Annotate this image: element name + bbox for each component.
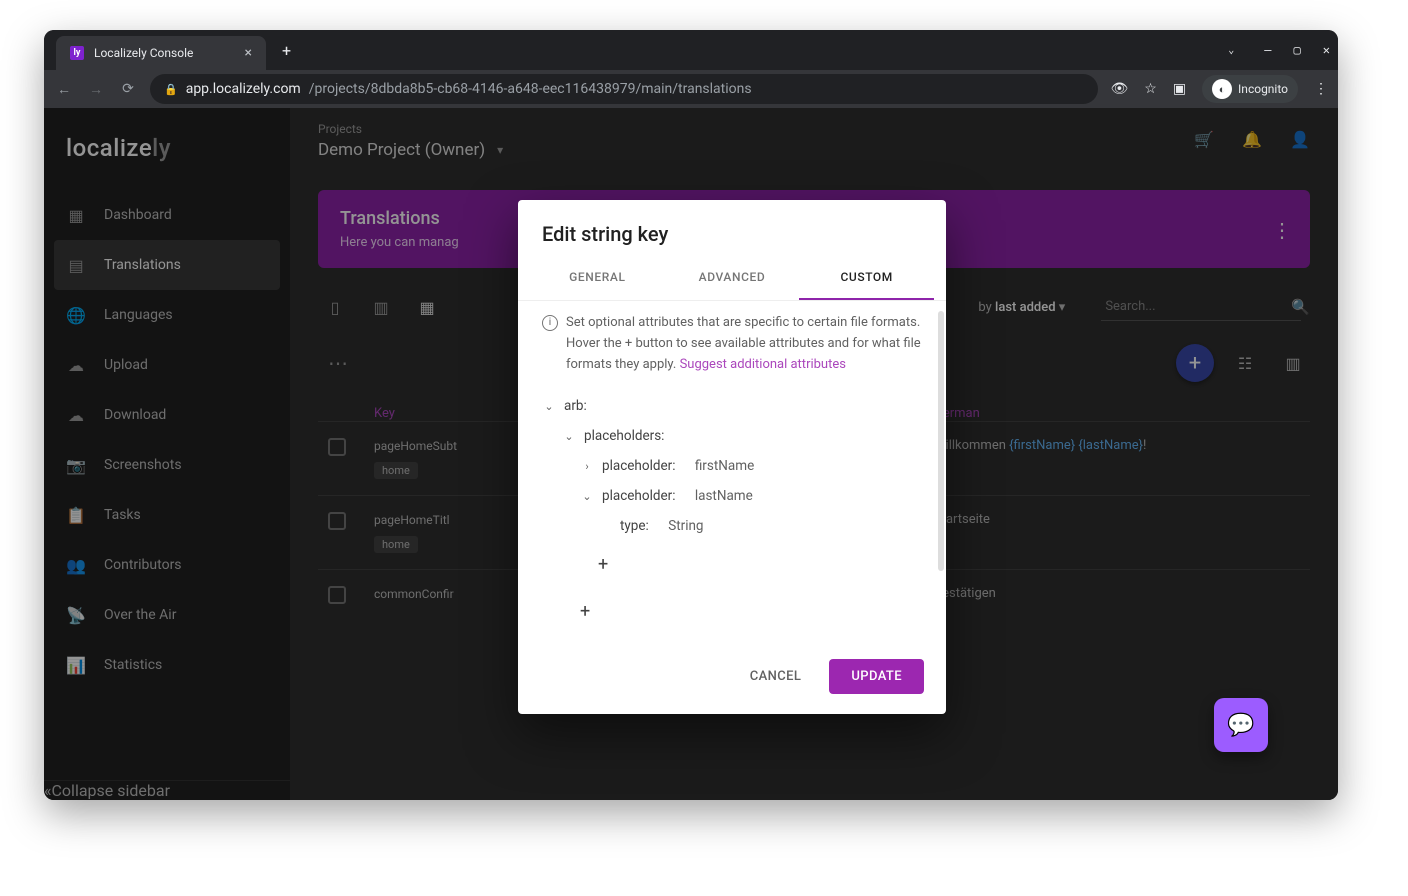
tab-custom[interactable]: CUSTOM [799,256,934,300]
window-minimize-icon[interactable]: — [1264,43,1271,57]
tab-search-icon[interactable]: ⌄ [1228,45,1234,56]
dialog-scrollbar[interactable] [938,311,944,571]
url-bar[interactable]: 🔒 app.localizely.com/projects/8dbda8b5-c… [150,74,1098,104]
forward-icon[interactable]: → [86,81,106,98]
bookmark-icon[interactable]: ☆ [1144,81,1157,97]
update-button[interactable]: UPDATE [829,659,924,694]
tree-node-placeholder-firstname[interactable]: ›placeholder: firstName [542,451,922,481]
add-attribute-button[interactable]: + [598,548,608,581]
window-maximize-icon[interactable]: ▢ [1294,43,1301,57]
chat-icon: 💬 [1227,713,1254,738]
info-text: Set optional attributes that are specifi… [566,313,922,375]
suggest-attributes-link[interactable]: Suggest additional attributes [680,357,846,372]
tree-node-arb[interactable]: ⌄arb: [542,391,922,421]
lock-icon: 🔒 [164,83,178,96]
tab-general[interactable]: GENERAL [530,256,665,300]
browser-toolbar: ← → ⟳ 🔒 app.localizely.com/projects/8dbd… [44,70,1338,108]
tab-advanced[interactable]: ADVANCED [665,256,800,300]
add-placeholder-button[interactable]: + [580,595,590,628]
incognito-badge: ◐ Incognito [1202,75,1298,103]
info-icon: i [542,315,558,331]
new-tab-button[interactable]: + [274,37,299,64]
url-host: app.localizely.com [186,81,301,97]
chevron-right-icon[interactable]: › [580,460,594,473]
reload-icon[interactable]: ⟳ [118,81,138,97]
tree-node-type: type: String [542,511,922,541]
tab-close-icon[interactable]: × [245,45,252,61]
browser-titlebar: ly Localizely Console × + ⌄ — ▢ ✕ [44,30,1338,70]
tree-node-placeholders[interactable]: ⌄placeholders: [542,421,922,451]
url-path: /projects/8dbda8b5-cb68-4146-a648-eec116… [309,81,752,97]
browser-tab[interactable]: ly Localizely Console × [56,36,266,70]
panel-icon[interactable]: ▣ [1173,81,1186,97]
eye-off-icon[interactable]: 👁 [1110,81,1128,97]
favicon-icon: ly [70,46,84,60]
incognito-icon: ◐ [1212,79,1232,99]
window-close-icon[interactable]: ✕ [1323,43,1330,57]
chat-fab[interactable]: 💬 [1214,698,1268,752]
tree-node-placeholder-lastname[interactable]: ⌄placeholder: lastName [542,481,922,511]
edit-string-key-dialog: Edit string key GENERAL ADVANCED CUSTOM … [518,200,946,714]
back-icon[interactable]: ← [54,81,74,98]
chevron-down-icon[interactable]: ⌄ [542,400,556,413]
cancel-button[interactable]: CANCEL [740,661,812,692]
chevron-down-icon[interactable]: ⌄ [580,490,594,503]
browser-menu-icon[interactable]: ⋮ [1314,81,1328,97]
chevron-down-icon[interactable]: ⌄ [562,430,576,443]
dialog-title: Edit string key [518,200,946,256]
tab-title: Localizely Console [94,46,193,60]
